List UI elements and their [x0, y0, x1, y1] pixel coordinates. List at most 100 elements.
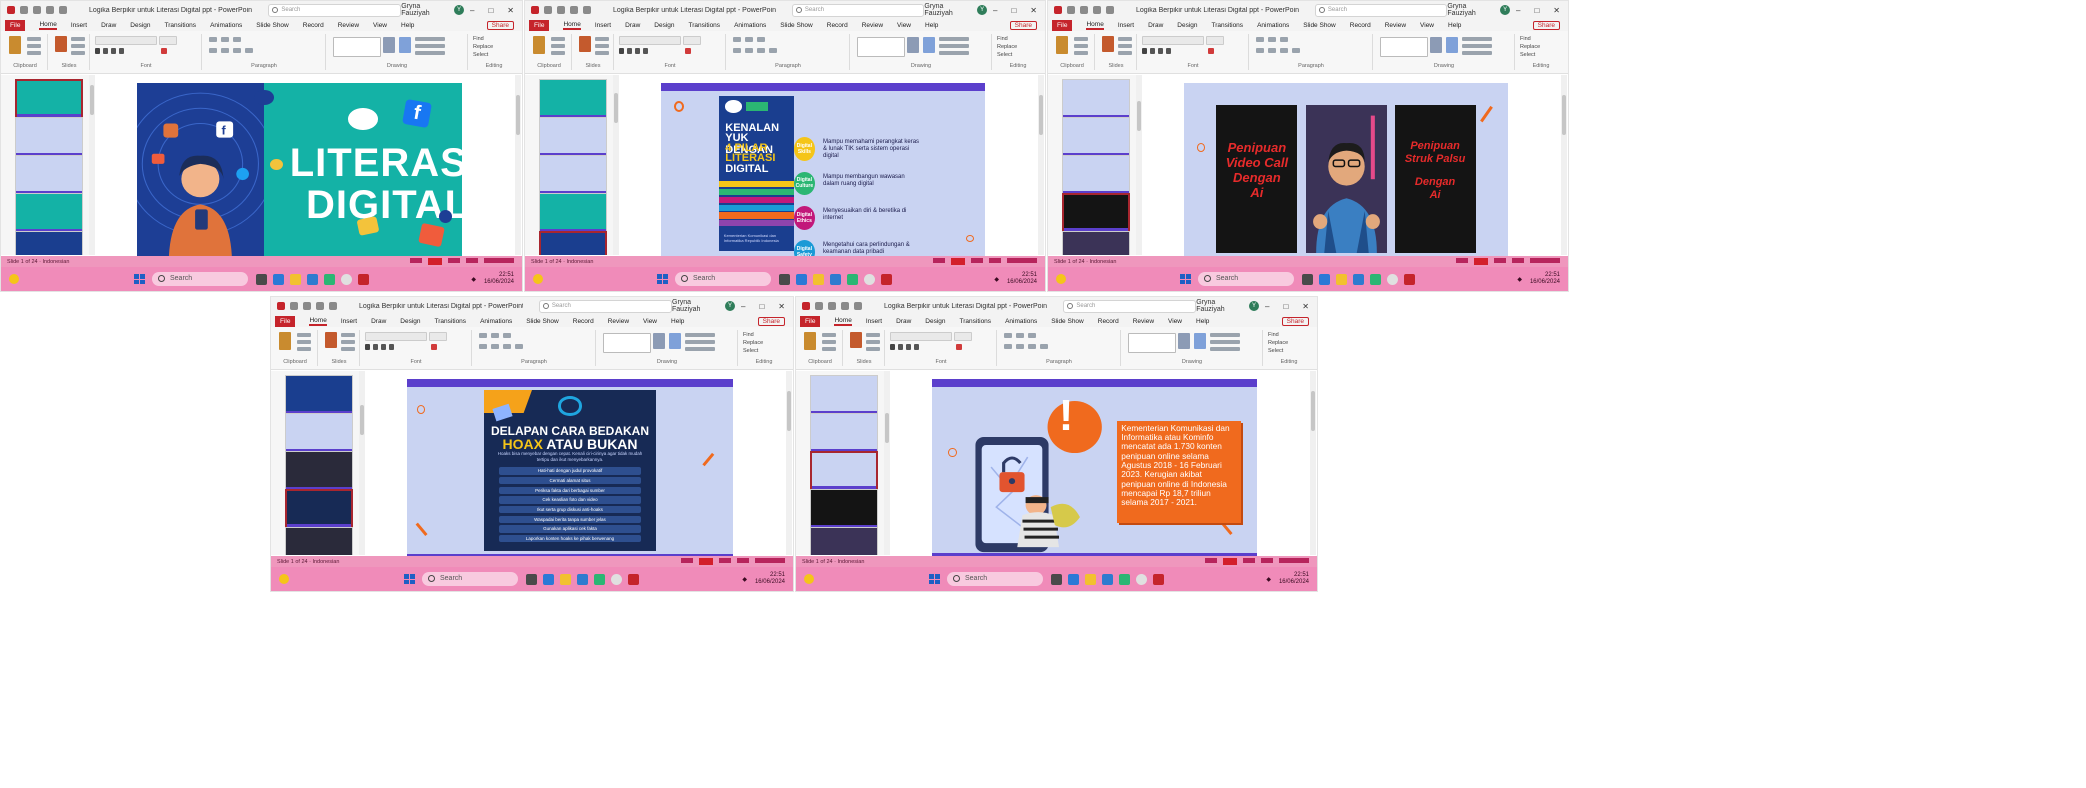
store-icon[interactable] — [830, 273, 841, 285]
thumbnail-scrollbar[interactable] — [884, 371, 890, 555]
editor-scrollbar[interactable] — [1038, 75, 1044, 255]
reading-view-button[interactable] — [989, 258, 1001, 263]
save-icon[interactable] — [303, 302, 311, 310]
reset-icon[interactable] — [71, 44, 85, 48]
new-slide-icon[interactable] — [850, 332, 862, 348]
autosave-icon[interactable] — [20, 6, 28, 14]
strikethrough-icon[interactable] — [119, 48, 124, 54]
paste-icon[interactable] — [533, 36, 545, 54]
undo-icon[interactable] — [841, 302, 849, 310]
windows-start-icon[interactable] — [134, 274, 145, 284]
tab-slide-show[interactable]: Slide Show — [526, 318, 559, 325]
font-size-dropdown[interactable] — [159, 36, 177, 45]
new-slide-icon[interactable] — [55, 36, 67, 52]
tab-transitions[interactable]: Transitions — [689, 22, 721, 29]
windows-start-icon[interactable] — [929, 574, 940, 584]
align-left-icon[interactable] — [1004, 344, 1012, 349]
tab-design[interactable]: Design — [400, 318, 420, 325]
align-center-icon[interactable] — [745, 48, 753, 53]
font-size-dropdown[interactable] — [429, 332, 447, 341]
tab-home[interactable]: Home — [563, 21, 581, 30]
tab-insert[interactable]: Insert — [1118, 22, 1134, 29]
justify-icon[interactable] — [245, 48, 253, 53]
minimize-icon[interactable]: – — [993, 6, 997, 15]
tab-help[interactable]: Help — [925, 22, 938, 29]
notes-toggle[interactable] — [933, 258, 945, 263]
decrease-indent-icon[interactable] — [1280, 37, 1288, 42]
section-icon[interactable] — [71, 51, 85, 55]
chrome-icon[interactable] — [864, 273, 875, 285]
tab-transitions[interactable]: Transitions — [435, 318, 467, 325]
bold-icon[interactable] — [619, 48, 624, 54]
slide-thumbnail[interactable] — [15, 117, 83, 157]
editor-scrollbar[interactable] — [1561, 75, 1567, 255]
section-icon[interactable] — [866, 347, 880, 351]
redo-icon[interactable] — [329, 302, 337, 310]
align-right-icon[interactable] — [757, 48, 765, 53]
edge-icon[interactable] — [1068, 573, 1079, 585]
file-explorer-icon[interactable] — [290, 273, 301, 285]
shape-effects-icon[interactable] — [415, 51, 445, 55]
tab-design[interactable]: Design — [925, 318, 945, 325]
arrange-icon[interactable] — [383, 37, 395, 53]
system-clock[interactable]: 22:51 16/06/2024 — [1279, 572, 1309, 586]
task-view-icon[interactable] — [1302, 273, 1313, 285]
tab-draw[interactable]: Draw — [1148, 22, 1163, 29]
normal-view-button[interactable] — [699, 558, 713, 565]
chrome-icon[interactable] — [611, 573, 622, 585]
cut-icon[interactable] — [551, 37, 565, 41]
slide-sorter-button[interactable] — [1243, 558, 1255, 563]
quick-styles-icon[interactable] — [399, 37, 411, 53]
copy-icon[interactable] — [1074, 44, 1088, 48]
notes-toggle[interactable] — [1205, 558, 1217, 563]
new-slide-icon[interactable] — [1102, 36, 1114, 52]
shapes-gallery[interactable] — [603, 333, 651, 353]
bullets-icon[interactable] — [209, 37, 217, 42]
tab-record[interactable]: Record — [827, 22, 848, 29]
shape-fill-icon[interactable] — [1210, 333, 1240, 337]
whatsapp-icon[interactable] — [1370, 273, 1381, 285]
tab-file[interactable]: File — [275, 315, 296, 327]
windows-start-icon[interactable] — [1180, 274, 1191, 284]
current-slide[interactable]: ! Kementerian Komunikasi dan Informatika… — [932, 379, 1257, 561]
search-box[interactable]: Search — [1063, 299, 1197, 313]
slide-thumbnail[interactable] — [15, 193, 83, 233]
whatsapp-icon[interactable] — [594, 573, 605, 585]
quick-styles-icon[interactable] — [1446, 37, 1458, 53]
replace-button[interactable]: Replace — [473, 44, 493, 50]
tab-help[interactable]: Help — [1196, 318, 1209, 325]
find-button[interactable]: Find — [473, 36, 484, 42]
align-right-icon[interactable] — [233, 48, 241, 53]
share-button[interactable]: Share — [1532, 20, 1560, 30]
select-button[interactable]: Select — [473, 52, 488, 58]
select-button[interactable]: Select — [997, 52, 1012, 58]
font-size-dropdown[interactable] — [954, 332, 972, 341]
layout-icon[interactable] — [866, 333, 880, 337]
search-box[interactable]: Search — [268, 3, 402, 17]
paste-icon[interactable] — [279, 332, 291, 350]
font-size-dropdown[interactable] — [683, 36, 701, 45]
slide-thumbnail[interactable] — [810, 413, 878, 453]
arrange-icon[interactable] — [1178, 333, 1190, 349]
notes-toggle[interactable] — [1456, 258, 1468, 263]
slide-thumbnail[interactable] — [1062, 117, 1130, 157]
tab-animations[interactable]: Animations — [1257, 22, 1289, 29]
normal-view-button[interactable] — [1223, 558, 1237, 565]
minimize-icon[interactable]: – — [1265, 302, 1269, 311]
shapes-gallery[interactable] — [857, 37, 905, 57]
arrange-icon[interactable] — [653, 333, 665, 349]
chrome-icon[interactable] — [1136, 573, 1147, 585]
chrome-icon[interactable] — [1387, 273, 1398, 285]
file-explorer-icon[interactable] — [1085, 573, 1096, 585]
slide-thumbnail[interactable] — [285, 375, 353, 415]
slide-thumbnail[interactable] — [1062, 79, 1130, 119]
store-icon[interactable] — [307, 273, 318, 285]
autosave-icon[interactable] — [544, 6, 552, 14]
shape-outline-icon[interactable] — [1462, 44, 1492, 48]
font-family-dropdown[interactable] — [1142, 36, 1204, 45]
tab-slide-show[interactable]: Slide Show — [780, 22, 813, 29]
format-painter-icon[interactable] — [1074, 51, 1088, 55]
shapes-gallery[interactable] — [1128, 333, 1176, 353]
slide-thumbnail[interactable] — [15, 231, 83, 255]
close-icon[interactable]: ✕ — [778, 302, 785, 311]
